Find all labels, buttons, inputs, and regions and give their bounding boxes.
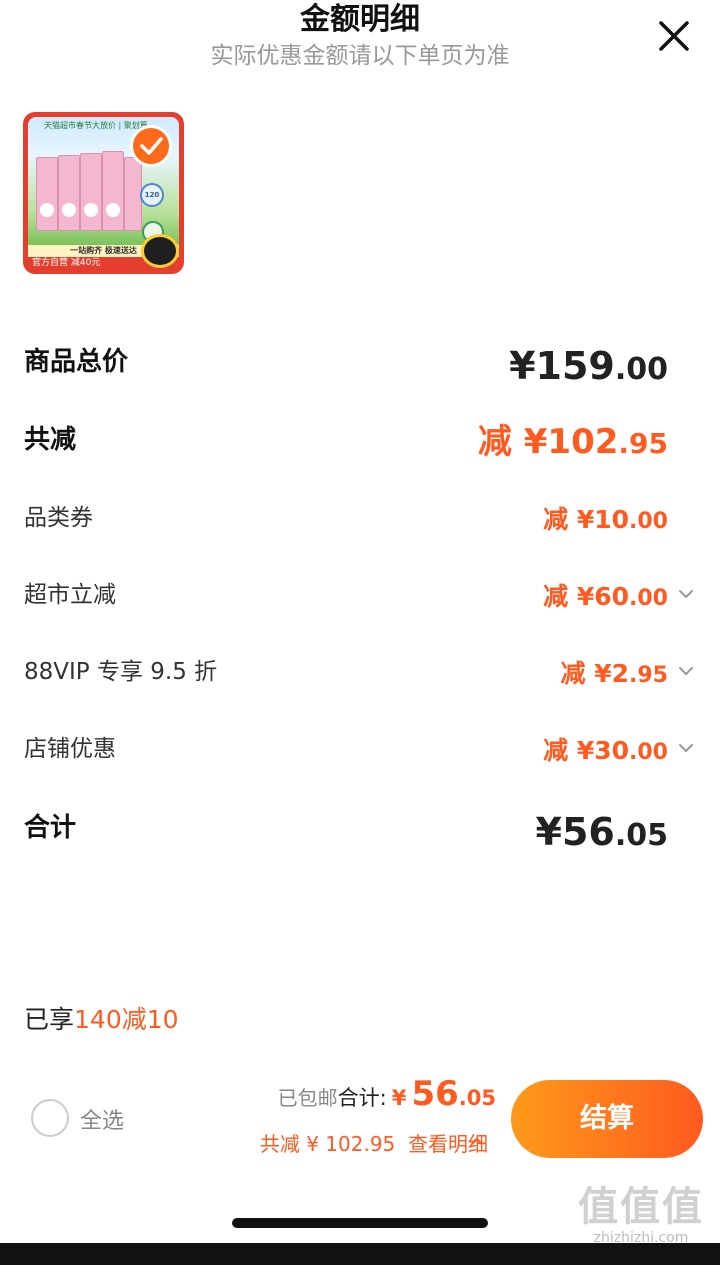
- saving-text: 共减 ¥ 102.95: [259, 1132, 396, 1156]
- row-amount: 减 ¥60.00: [543, 582, 668, 611]
- row-label: 品类券: [24, 505, 93, 531]
- radio-icon[interactable]: [31, 1099, 69, 1137]
- footer-total: 已包邮合计: ¥ 56.05: [277, 1074, 496, 1114]
- row-label: 超市立减: [24, 582, 116, 608]
- close-button[interactable]: [654, 16, 694, 56]
- row-amount: 减 ¥2.95: [560, 659, 668, 688]
- row-label: 商品总价: [24, 347, 129, 377]
- home-indicator[interactable]: [232, 1218, 488, 1228]
- watermark-logo: 值值值 zhizhizhi.com: [578, 1184, 704, 1246]
- chevron-down-icon[interactable]: [676, 584, 696, 604]
- chevron-down-icon[interactable]: [676, 738, 696, 758]
- footer-saving[interactable]: 共减 ¥ 102.95 查看明细: [260, 1128, 488, 1157]
- row-category-coupon: 品类券 减 ¥10.00: [24, 493, 696, 543]
- page-subtitle: 实际优惠金额请以下单页为准: [210, 43, 510, 69]
- product-tag-text: 官方自营 减40元: [32, 258, 101, 268]
- shipping-text: 已包邮: [277, 1086, 338, 1110]
- page-title: 金额明细: [300, 2, 420, 37]
- row-amount: 减 ¥10.00: [543, 505, 668, 534]
- row-subtotal: 商品总价 ¥159.00: [24, 337, 696, 388]
- select-all-label: 全选: [80, 1109, 125, 1134]
- row-label: 合计: [24, 813, 77, 843]
- row-label: 88VIP 专享 9.5 折: [24, 659, 218, 685]
- promo-highlight: 140减10: [74, 1005, 179, 1034]
- mascot-icon: [141, 234, 179, 268]
- promo-text: 已享140减10: [24, 1005, 179, 1034]
- chevron-up-icon[interactable]: [469, 1133, 485, 1149]
- row-total-discount: 共减 减 ¥102.95: [24, 415, 696, 465]
- total-label: 合计:: [337, 1086, 387, 1110]
- row-amount: ¥56.05: [535, 810, 669, 854]
- bottom-bar: [0, 1243, 720, 1265]
- row-total: 合计 ¥56.05: [24, 803, 696, 854]
- row-label: 店铺优惠: [24, 736, 116, 762]
- row-supermarket-discount[interactable]: 超市立减 减 ¥60.00: [24, 570, 696, 620]
- checkmark-icon: [140, 137, 163, 155]
- capacity-badge: 120: [140, 183, 164, 207]
- checkout-button[interactable]: 结算: [511, 1080, 703, 1158]
- selected-check[interactable]: [130, 125, 172, 167]
- row-amount: ¥159.00: [509, 344, 668, 388]
- total-amount: 56: [411, 1074, 459, 1114]
- row-amount: 减 ¥102.95: [477, 422, 668, 462]
- chevron-down-icon[interactable]: [676, 661, 696, 681]
- row-amount: 减 ¥30.00: [543, 736, 668, 765]
- row-88vip-discount[interactable]: 88VIP 专享 9.5 折 减 ¥2.95: [24, 647, 696, 697]
- row-label: 共减: [24, 425, 77, 455]
- row-store-discount[interactable]: 店铺优惠 减 ¥30.00: [24, 724, 696, 774]
- close-icon: [659, 21, 689, 51]
